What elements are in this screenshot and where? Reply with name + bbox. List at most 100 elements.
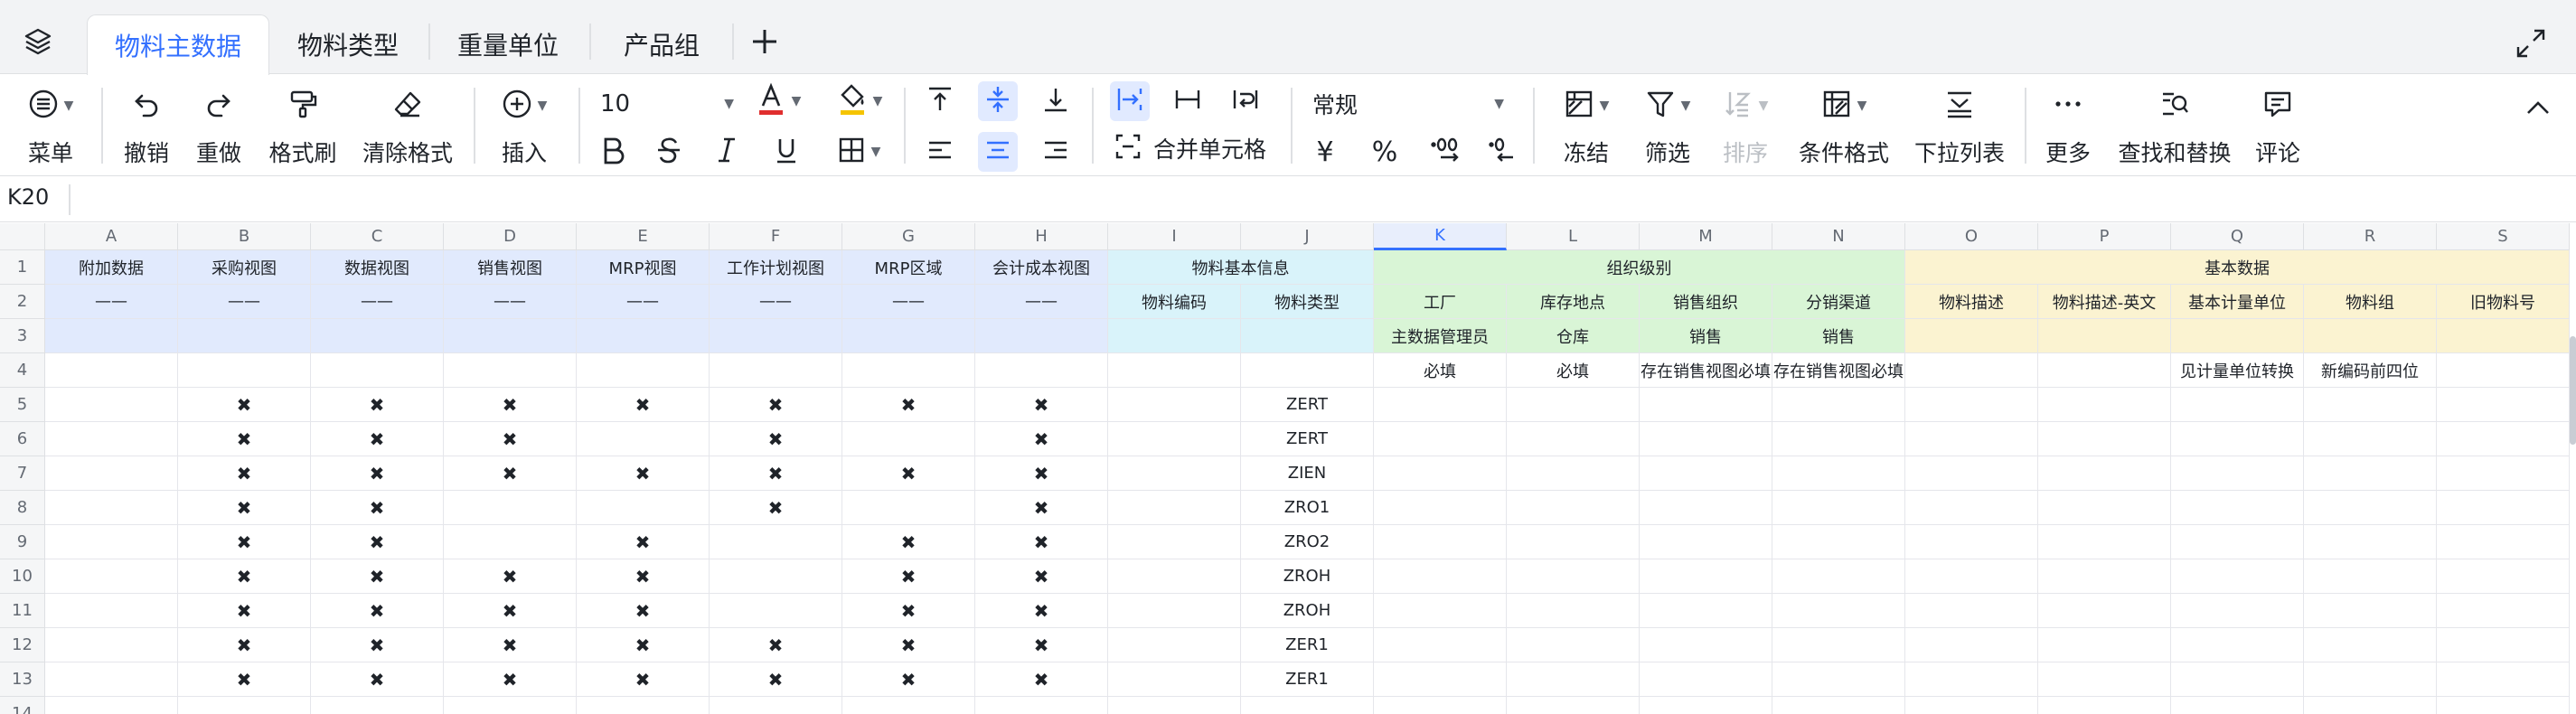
data-cell[interactable] (2038, 594, 2171, 628)
x-mark-cell[interactable]: ✖ (178, 388, 311, 422)
data-cell[interactable] (2304, 662, 2437, 697)
column-header-k[interactable]: K (1374, 223, 1507, 250)
x-mark-cell[interactable]: ✖ (311, 422, 444, 456)
data-cell[interactable] (1772, 422, 1905, 456)
data-cell[interactable] (2171, 559, 2304, 594)
x-mark-cell[interactable]: ✖ (975, 628, 1108, 662)
section-cell[interactable] (975, 319, 1108, 353)
x-mark-cell[interactable]: ✖ (710, 388, 842, 422)
header-cell[interactable]: MRP区域 (842, 250, 975, 285)
data-cell[interactable] (1507, 662, 1640, 697)
data-cell[interactable] (1640, 456, 1772, 491)
column-header-q[interactable]: Q (2171, 223, 2304, 250)
data-cell[interactable] (1905, 662, 2038, 697)
data-cell[interactable] (842, 697, 975, 714)
requirement-cell[interactable] (577, 353, 710, 388)
x-mark-cell[interactable]: ✖ (842, 662, 975, 697)
requirement-cell[interactable]: 新编码前四位 (2304, 353, 2437, 388)
column-header-f[interactable]: F (710, 223, 842, 250)
requirement-cell[interactable] (710, 353, 842, 388)
percent-format-button[interactable]: % (1365, 132, 1405, 172)
row-header-11[interactable]: 11 (0, 594, 45, 628)
data-cell[interactable] (2304, 456, 2437, 491)
data-cell[interactable] (2171, 491, 2304, 525)
section-cell[interactable] (311, 319, 444, 353)
redo-button[interactable]: 重做 (190, 87, 248, 168)
data-cell[interactable] (1640, 662, 1772, 697)
x-mark-cell[interactable]: ✖ (178, 422, 311, 456)
data-cell[interactable] (1507, 559, 1640, 594)
x-mark-cell[interactable]: ✖ (444, 628, 577, 662)
data-cell[interactable] (1507, 697, 1640, 714)
x-mark-cell[interactable]: ✖ (842, 559, 975, 594)
data-cell[interactable] (710, 525, 842, 559)
material-type-cell[interactable]: ZERT (1241, 422, 1374, 456)
x-mark-cell[interactable]: ✖ (577, 594, 710, 628)
x-mark-cell[interactable]: ✖ (975, 594, 1108, 628)
tab-material-master[interactable]: 物料主数据 (87, 14, 269, 75)
row-header-8[interactable]: 8 (0, 491, 45, 525)
data-cell[interactable] (2304, 525, 2437, 559)
find-replace-button[interactable]: 查找和替换 (2119, 87, 2232, 168)
cell-reference[interactable]: K20 (7, 184, 49, 210)
column-header-o[interactable]: O (1905, 223, 2038, 250)
data-cell[interactable] (1374, 662, 1507, 697)
align-bottom-button[interactable] (1036, 81, 1076, 121)
data-cell[interactable] (577, 422, 710, 456)
data-cell[interactable] (1108, 662, 1241, 697)
x-mark-cell[interactable]: ✖ (311, 594, 444, 628)
data-cell[interactable] (178, 697, 311, 714)
dash-cell[interactable]: —— (577, 285, 710, 319)
border-button[interactable]: ▼ (826, 132, 891, 172)
align-center-button[interactable] (978, 132, 1018, 172)
x-mark-cell[interactable]: ✖ (842, 456, 975, 491)
requirement-cell[interactable]: 见计量单位转换 (2171, 353, 2304, 388)
data-cell[interactable] (1905, 422, 2038, 456)
x-mark-cell[interactable]: ✖ (178, 662, 311, 697)
header-cell[interactable]: 附加数据 (45, 250, 178, 285)
data-cell[interactable] (2437, 525, 2570, 559)
undo-button[interactable]: 撤销 (118, 87, 175, 168)
x-mark-cell[interactable]: ✖ (710, 628, 842, 662)
x-mark-cell[interactable]: ✖ (444, 594, 577, 628)
data-cell[interactable] (2038, 525, 2171, 559)
data-cell[interactable] (1108, 697, 1241, 714)
data-cell[interactable] (1905, 491, 2038, 525)
field-header-cell[interactable]: 分销渠道 (1772, 285, 1905, 319)
section-cell[interactable] (444, 319, 577, 353)
group-header-org-level[interactable]: 组织级别 (1374, 250, 1905, 285)
x-mark-cell[interactable]: ✖ (444, 456, 577, 491)
data-cell[interactable] (1507, 594, 1640, 628)
data-cell[interactable] (444, 697, 577, 714)
font-color-button[interactable]: ▼ (747, 81, 810, 121)
requirement-cell[interactable] (45, 353, 178, 388)
data-cell[interactable] (1772, 628, 1905, 662)
section-cell[interactable] (2038, 319, 2171, 353)
data-cell[interactable] (1772, 662, 1905, 697)
requirement-cell[interactable] (1905, 353, 2038, 388)
more-button[interactable]: 更多 (2039, 87, 2097, 168)
x-mark-cell[interactable]: ✖ (975, 662, 1108, 697)
material-type-cell[interactable]: ZER1 (1241, 662, 1374, 697)
clear-format-button[interactable]: 清除格式 (360, 87, 456, 168)
x-mark-cell[interactable]: ✖ (577, 559, 710, 594)
data-cell[interactable] (2304, 422, 2437, 456)
section-cell[interactable]: 销售 (1772, 319, 1905, 353)
x-mark-cell[interactable]: ✖ (975, 388, 1108, 422)
x-mark-cell[interactable]: ✖ (311, 456, 444, 491)
x-mark-cell[interactable]: ✖ (975, 422, 1108, 456)
x-mark-cell[interactable]: ✖ (311, 491, 444, 525)
section-cell[interactable] (45, 319, 178, 353)
data-cell[interactable] (2304, 491, 2437, 525)
section-cell[interactable] (1241, 319, 1374, 353)
header-cell[interactable]: 销售视图 (444, 250, 577, 285)
data-cell[interactable] (2304, 559, 2437, 594)
font-size-select[interactable]: 10 ▼ (600, 83, 734, 125)
add-sheet-icon[interactable] (747, 23, 783, 60)
column-header-m[interactable]: M (1640, 223, 1772, 250)
column-header-a[interactable]: A (45, 223, 178, 250)
menu-button[interactable]: ▼ 菜单 (16, 87, 85, 168)
data-cell[interactable] (2171, 388, 2304, 422)
x-mark-cell[interactable]: ✖ (311, 559, 444, 594)
data-cell[interactable] (2171, 456, 2304, 491)
